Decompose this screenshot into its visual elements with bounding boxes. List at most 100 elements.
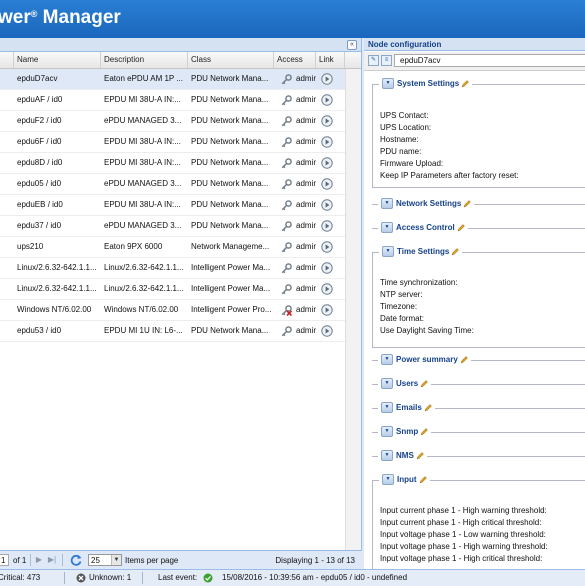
name-cell: epdu8D / id0 (17, 158, 63, 167)
app-header: wer® Manager (0, 0, 585, 38)
column-header-status[interactable] (0, 52, 14, 68)
key-icon (281, 326, 292, 337)
section-title: Emails (396, 403, 422, 412)
table-row[interactable]: epduAF / id0 EPDU MI 38U-A IN:... PDU Netw… (0, 90, 345, 111)
node-name-field[interactable]: epduD7acv (394, 54, 585, 67)
page-size-select[interactable]: 25 ▼ (88, 554, 122, 566)
access-user: admir (296, 326, 317, 335)
open-link-icon[interactable] (321, 325, 333, 337)
table-row[interactable]: epduEB / id0 EPDU MI 38U-A IN:... PDU Netw… (0, 195, 345, 216)
critical-count[interactable]: Critical: 473 (0, 570, 40, 586)
grid-header: Name Description Class Access Link (0, 52, 361, 69)
refresh-icon[interactable] (69, 553, 83, 567)
key-icon (281, 284, 292, 295)
name-cell: epdu37 / id0 (17, 221, 62, 230)
grid-body: epduD7acv Eaton ePDU AM 1P ... PDU Network… (0, 69, 345, 342)
section-title: Access Control (396, 223, 455, 232)
table-row[interactable]: Windows NT/6.02.00 Windows NT/6.02.00 Inte… (0, 300, 345, 321)
field-label: Input current phase 1 - High warning thr… (380, 506, 547, 515)
expand-toggle-icon[interactable]: ▼ (381, 426, 393, 437)
class-cell: Network Manageme... (191, 242, 270, 251)
table-row[interactable]: Linux/2.6.32-642.1.1... Linux/2.6.32-642.… (0, 258, 345, 279)
collapse-icon[interactable]: « (347, 40, 357, 50)
unknown-count[interactable]: Unknown: 1 (89, 570, 131, 586)
open-link-icon[interactable] (321, 262, 333, 274)
last-page-icon[interactable]: ▶| (46, 553, 58, 567)
column-header-name[interactable]: Name (14, 52, 101, 68)
details-icon[interactable]: ≡ (381, 55, 392, 66)
users-section: ▼ Users (372, 378, 585, 391)
open-link-icon[interactable] (321, 199, 333, 211)
expand-toggle-icon[interactable]: ▼ (381, 402, 393, 413)
edit-icon[interactable] (460, 355, 468, 364)
field-label: PDU name: (380, 147, 422, 156)
power-summary-section: ▼ Power summary (372, 354, 585, 367)
table-row[interactable]: epdu37 / id0 ePDU MANAGED 3... PDU Network… (0, 216, 345, 237)
open-link-icon[interactable] (321, 220, 333, 232)
grid-scrollbar[interactable] (345, 69, 361, 569)
table-row[interactable]: epdu8D / id0 EPDU MI 38U-A IN:... PDU Netw… (0, 153, 345, 174)
page-input[interactable]: 1 (0, 554, 9, 566)
table-row[interactable]: epdu53 / id0 EPDU MI 1U IN: L6-... PDU Net… (0, 321, 345, 342)
key-icon (281, 179, 292, 190)
column-header-link[interactable]: Link (316, 52, 345, 68)
open-link-icon[interactable] (321, 136, 333, 148)
section-title: Time Settings (397, 247, 450, 256)
table-row[interactable]: epduF2 / id0 ePDU MANAGED 3... PDU Network… (0, 111, 345, 132)
separator (142, 572, 143, 584)
open-link-icon[interactable] (321, 94, 333, 106)
description-cell: EPDU MI 38U-A IN:... (104, 95, 181, 104)
collapse-toggle-icon[interactable]: ▼ (382, 246, 394, 257)
open-link-icon[interactable] (321, 157, 333, 169)
expand-toggle-icon[interactable]: ▼ (381, 198, 393, 209)
key-icon (281, 116, 292, 127)
table-row[interactable]: epduD7acv Eaton ePDU AM 1P ... PDU Network… (0, 69, 345, 90)
edit-icon[interactable] (424, 403, 432, 412)
key-icon (281, 137, 292, 148)
table-row[interactable]: epdu6F / id0 EPDU MI 38U-A IN:... PDU Netw… (0, 132, 345, 153)
field-label: Time synchronization: (380, 278, 458, 287)
edit-icon[interactable] (451, 247, 460, 256)
description-cell: Windows NT/6.02.00 (104, 305, 179, 314)
name-cell: epduF2 / id0 (17, 116, 62, 125)
field-label: Date format: (380, 314, 425, 323)
expand-toggle-icon[interactable]: ▼ (381, 222, 393, 233)
section-title: Input (397, 475, 417, 484)
class-cell: PDU Network Mana... (191, 116, 269, 125)
key-icon (281, 263, 292, 274)
edit-icon[interactable] (420, 427, 429, 436)
open-link-icon[interactable] (321, 115, 333, 127)
collapse-toggle-icon[interactable]: ▼ (382, 78, 394, 89)
open-link-icon[interactable] (321, 283, 333, 295)
edit-icon[interactable] (416, 451, 424, 460)
edit-icon[interactable] (463, 199, 472, 208)
column-header-class[interactable]: Class (188, 52, 274, 68)
expand-toggle-icon[interactable]: ▼ (381, 378, 393, 389)
column-header-access[interactable]: Access (274, 52, 316, 68)
column-header-description[interactable]: Description (101, 52, 188, 68)
collapse-toggle-icon[interactable]: ▼ (382, 474, 394, 485)
chevron-down-icon[interactable]: ▼ (111, 555, 121, 565)
open-link-icon[interactable] (321, 304, 333, 316)
class-cell: PDU Network Mana... (191, 137, 269, 146)
expand-toggle-icon[interactable]: ▼ (381, 450, 393, 461)
class-cell: PDU Network Mana... (191, 158, 269, 167)
table-row[interactable]: ups210 Eaton 9PX 6000 Network Manageme... a… (0, 237, 345, 258)
open-link-icon[interactable] (321, 178, 333, 190)
open-link-icon[interactable] (321, 73, 333, 85)
field-label: Input voltage phase 1 - High critical th… (380, 554, 543, 563)
expand-toggle-icon[interactable]: ▼ (381, 354, 393, 365)
description-cell: ePDU MANAGED 3... (104, 116, 182, 125)
description-cell: ePDU MANAGED 3... (104, 221, 182, 230)
table-row[interactable]: Linux/2.6.32-642.1.1... Linux/2.6.32-642.… (0, 279, 345, 300)
ok-status-icon (203, 573, 213, 583)
edit-icon[interactable] (457, 223, 465, 232)
key-icon (281, 158, 292, 169)
edit-node-icon[interactable]: ✎ (368, 55, 379, 66)
edit-icon[interactable] (461, 79, 470, 88)
next-page-icon[interactable]: ▶ (33, 553, 45, 567)
edit-icon[interactable] (419, 475, 427, 484)
open-link-icon[interactable] (321, 241, 333, 253)
table-row[interactable]: epdu05 / id0 ePDU MANAGED 3... PDU Network… (0, 174, 345, 195)
edit-icon[interactable] (420, 379, 429, 388)
